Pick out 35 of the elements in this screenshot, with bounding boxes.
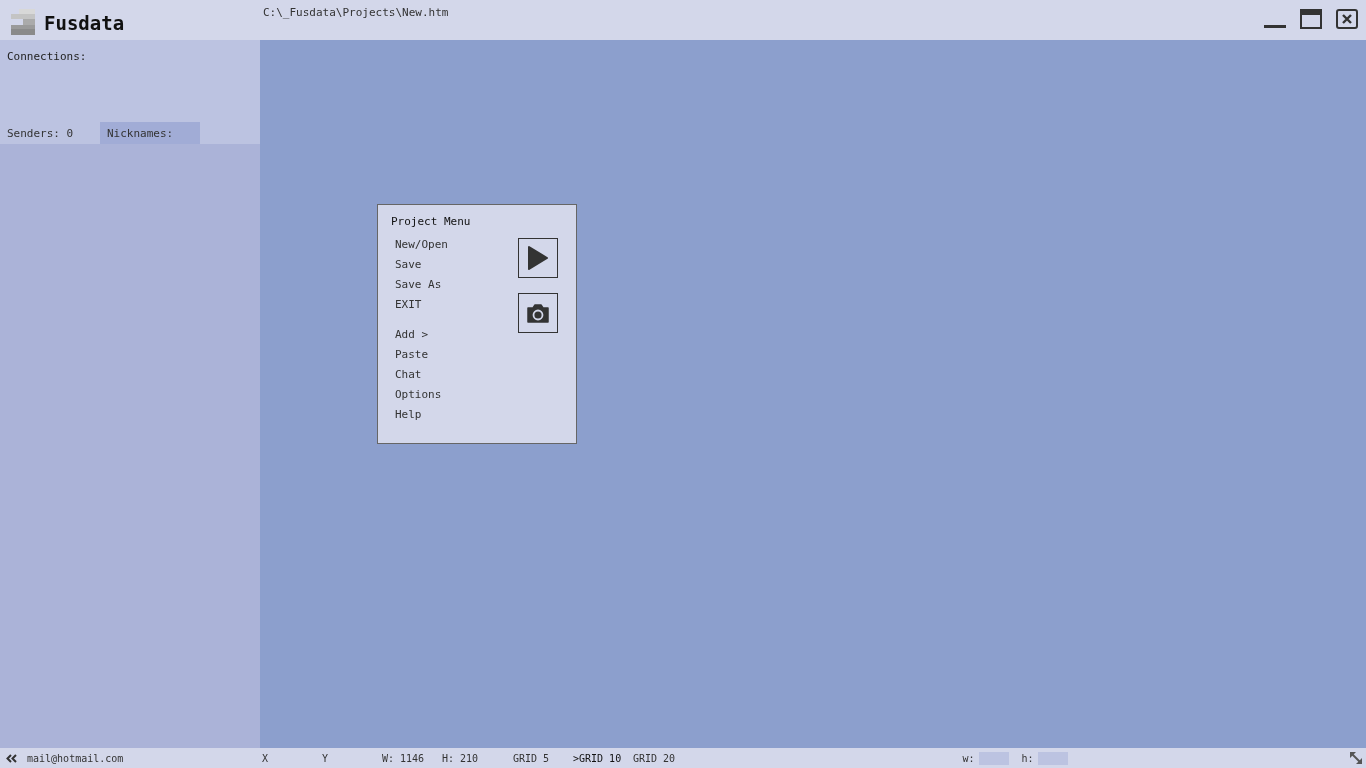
app-title: Fusdata: [44, 12, 125, 34]
camera-button[interactable]: [518, 293, 558, 333]
close-button[interactable]: [1336, 9, 1358, 29]
menu-item[interactable]: Options: [395, 385, 518, 405]
y-coordinate: Y: [322, 752, 330, 764]
maximize-button[interactable]: [1300, 9, 1322, 29]
logo-icon: [11, 9, 35, 35]
menu-item[interactable]: Add >: [395, 325, 518, 345]
minimize-icon: [1264, 25, 1286, 28]
camera-icon: [526, 303, 550, 323]
menu-title: Project Menu: [391, 215, 472, 228]
menu-item[interactable]: Save: [395, 255, 518, 275]
grid-option[interactable]: GRID 20: [633, 752, 693, 764]
grid-option[interactable]: >GRID 10: [573, 752, 633, 764]
width-value: W: 1146: [382, 752, 426, 764]
file-path: C:\_Fusdata\Projects\New.htm: [263, 6, 449, 19]
email-address: mail@hotmail.com: [27, 752, 125, 764]
menu-item[interactable]: Save As: [395, 275, 518, 295]
menu-item[interactable]: EXIT: [395, 295, 518, 315]
connections-label: Connections:: [7, 50, 87, 63]
collapse-button[interactable]: [6, 753, 17, 763]
height-value: H: 210: [442, 752, 480, 764]
menu-item[interactable]: Paste: [395, 345, 518, 365]
senders-count: Senders: 0: [6, 126, 75, 142]
play-button[interactable]: [518, 238, 558, 278]
x-coordinate: X: [262, 752, 270, 764]
resize-icon[interactable]: [1350, 752, 1362, 764]
grid-option[interactable]: GRID 5: [513, 752, 573, 764]
menu-item[interactable]: Chat: [395, 365, 518, 385]
w-label: w:: [962, 752, 975, 764]
nicknames-tab[interactable]: Nicknames:: [100, 122, 200, 144]
play-icon: [527, 245, 549, 271]
menu-item[interactable]: New/Open: [395, 235, 518, 255]
h-label: h:: [1021, 752, 1034, 764]
menu-item[interactable]: Help: [395, 405, 518, 425]
